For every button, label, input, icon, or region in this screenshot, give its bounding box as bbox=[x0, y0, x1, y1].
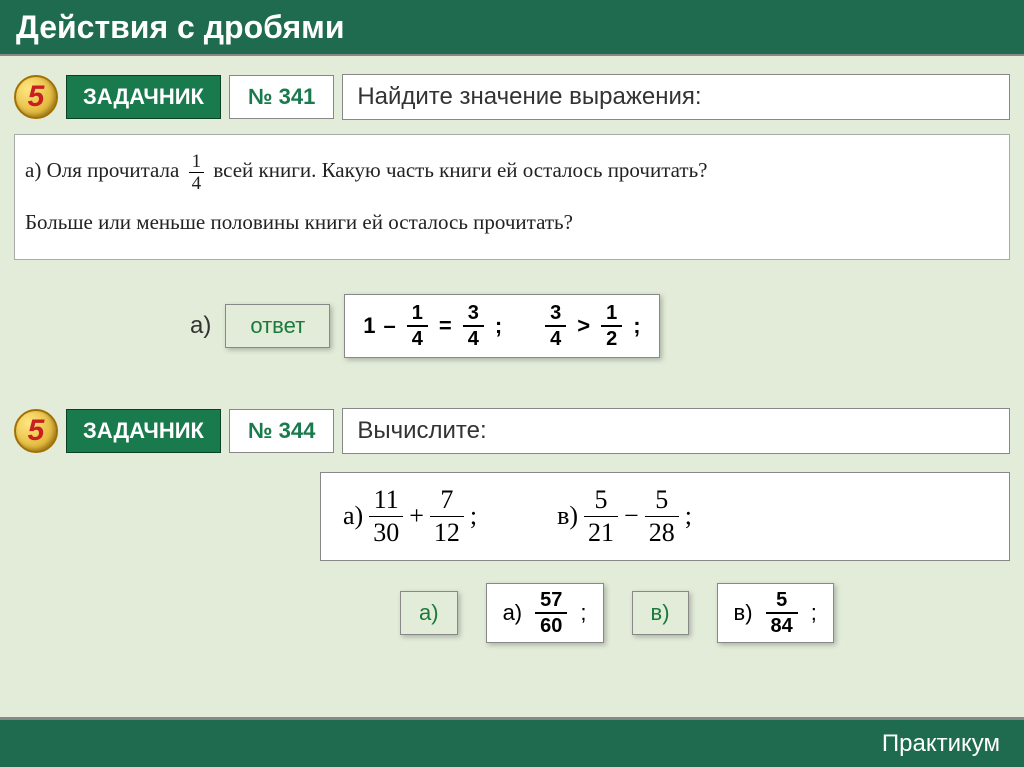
plus: + bbox=[409, 501, 424, 531]
q-mid: всей книги. Какую часть книги ей осталос… bbox=[213, 158, 707, 182]
semi: ; bbox=[470, 501, 477, 531]
n: 7 bbox=[430, 487, 464, 517]
n: 5 bbox=[584, 487, 618, 517]
d: 60 bbox=[535, 614, 567, 636]
answer-a-box: а) 57 60 ; bbox=[486, 583, 604, 643]
answer-button[interactable]: ответ bbox=[225, 304, 330, 348]
d: 12 bbox=[430, 517, 464, 546]
task-prompt: Найдите значение выражения: bbox=[342, 74, 1010, 120]
n: 57 bbox=[535, 590, 567, 614]
d: 2 bbox=[601, 327, 622, 349]
answer-math-1: 1 – 1 4 = 3 4 ; 3 4 > 1 2 ; bbox=[344, 294, 659, 358]
task-number: № 344 bbox=[229, 409, 334, 453]
semi: ; bbox=[580, 600, 586, 626]
q-prefix: а) Оля прочитала bbox=[25, 158, 179, 182]
badge-label: ЗАДАЧНИК bbox=[66, 75, 221, 119]
frac-3-4b: 3 4 bbox=[545, 303, 566, 349]
frac-5-21: 5 21 bbox=[584, 487, 618, 546]
n: 3 bbox=[545, 303, 566, 327]
fraction-1-4: 1 4 bbox=[189, 152, 205, 193]
question-text: а) Оля прочитала 1 4 всей книги. Какую ч… bbox=[14, 134, 1010, 260]
semi: ; bbox=[495, 313, 502, 339]
minus: − bbox=[624, 501, 639, 531]
task-number: № 341 bbox=[229, 75, 334, 119]
task-2-header: 5 ЗАДАЧНИК № 344 Вычислите: bbox=[0, 408, 1024, 454]
d: 84 bbox=[766, 614, 798, 636]
n: 11 bbox=[369, 487, 403, 517]
letter-a: а) bbox=[190, 312, 211, 340]
q-line2: Больше или меньше половины книги ей оста… bbox=[25, 203, 999, 243]
gt: > bbox=[577, 313, 590, 339]
n: 3 bbox=[463, 303, 484, 327]
page-title: Действия с дробями bbox=[0, 0, 1024, 56]
task-1: 5 ЗАДАЧНИК № 341 Найдите значение выраже… bbox=[0, 74, 1024, 358]
n: 5 bbox=[645, 487, 679, 517]
semi: ; bbox=[811, 600, 817, 626]
frac-57-60: 57 60 bbox=[535, 590, 567, 636]
btn-a[interactable]: а) bbox=[400, 591, 458, 635]
answer-v-box: в) 5 84 ; bbox=[717, 583, 834, 643]
task-1-header: 5 ЗАДАЧНИК № 341 Найдите значение выраже… bbox=[0, 74, 1024, 120]
task-prompt: Вычислите: bbox=[342, 408, 1010, 454]
calc-box: а) 11 30 + 7 12 ; в) 5 21 − 5 28 ; bbox=[320, 472, 1010, 561]
one: 1 bbox=[363, 313, 375, 339]
frac-den: 4 bbox=[189, 173, 205, 193]
d: 4 bbox=[545, 327, 566, 349]
answer-row-2: а) а) 57 60 ; в) в) 5 84 ; bbox=[400, 583, 1010, 643]
frac-num: 1 bbox=[189, 152, 205, 173]
badge-label: ЗАДАЧНИК bbox=[66, 409, 221, 453]
calc-v: в) 5 21 − 5 28 ; bbox=[557, 487, 692, 546]
frac-1-4: 1 4 bbox=[407, 303, 428, 349]
frac-3-4: 3 4 bbox=[463, 303, 484, 349]
d: 4 bbox=[463, 327, 484, 349]
footer-label: Практикум bbox=[882, 730, 1000, 758]
d: 30 bbox=[369, 517, 403, 546]
label: в) bbox=[557, 501, 578, 531]
n: 5 bbox=[766, 590, 798, 614]
frac-7-12: 7 12 bbox=[430, 487, 464, 546]
d: 4 bbox=[407, 327, 428, 349]
btn-v[interactable]: в) bbox=[632, 591, 689, 635]
d: 21 bbox=[584, 517, 618, 546]
label: а) bbox=[343, 501, 363, 531]
label: а) bbox=[503, 600, 523, 626]
badge-5-icon: 5 bbox=[14, 75, 58, 119]
frac-5-28: 5 28 bbox=[645, 487, 679, 546]
task-2: 5 ЗАДАЧНИК № 344 Вычислите: а) 11 30 + 7… bbox=[0, 408, 1024, 643]
eq: = bbox=[439, 313, 452, 339]
answer-row-1: а) ответ 1 – 1 4 = 3 4 ; 3 4 > 1 2 bbox=[190, 294, 1010, 358]
n: 1 bbox=[407, 303, 428, 327]
n: 1 bbox=[601, 303, 622, 327]
frac-5-84: 5 84 bbox=[766, 590, 798, 636]
calc-a: а) 11 30 + 7 12 ; bbox=[343, 487, 477, 546]
frac-11-30: 11 30 bbox=[369, 487, 403, 546]
d: 28 bbox=[645, 517, 679, 546]
frac-1-2: 1 2 bbox=[601, 303, 622, 349]
minus: – bbox=[383, 313, 395, 339]
footer: Практикум bbox=[0, 717, 1024, 767]
semi2: ; bbox=[633, 313, 640, 339]
semi: ; bbox=[685, 501, 692, 531]
badge-5-icon: 5 bbox=[14, 409, 58, 453]
label: в) bbox=[734, 600, 753, 626]
